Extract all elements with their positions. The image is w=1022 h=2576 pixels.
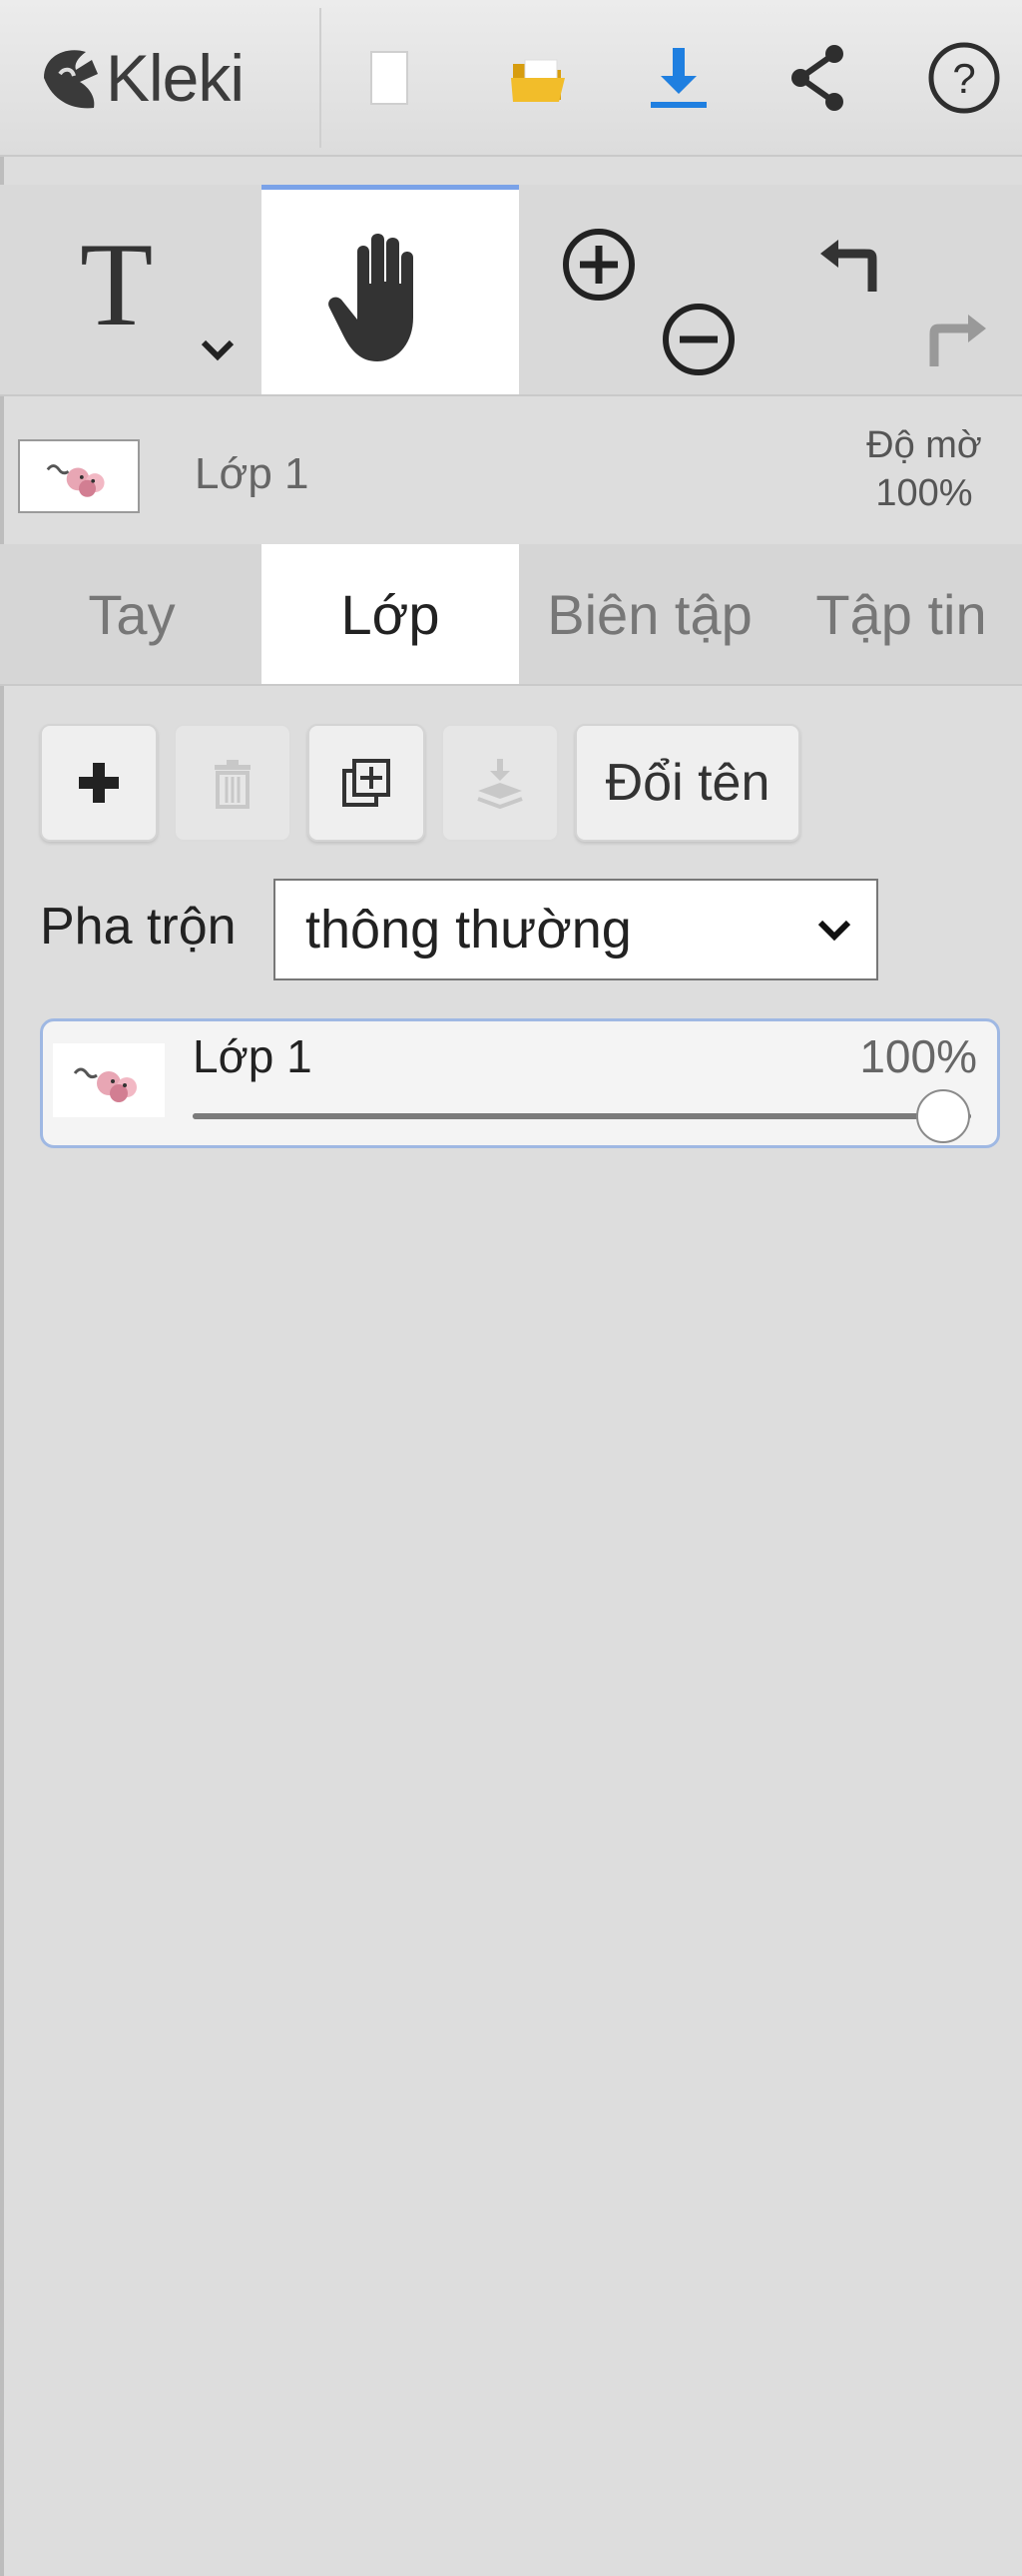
delete-layer-button[interactable] [174, 724, 291, 842]
plus-icon [79, 763, 119, 803]
blend-mode-label: Pha trộn [40, 898, 237, 956]
blend-mode-value: thông thường [305, 900, 632, 960]
layer-preview-image [46, 464, 105, 497]
undo-button[interactable] [808, 220, 898, 310]
tab-bien-tap[interactable]: Biên tập [519, 544, 780, 684]
chevron-down-icon [817, 920, 851, 942]
opacity-label: Độ mờ [866, 424, 982, 466]
layer-preview-image [73, 1067, 137, 1102]
layer-opacity-value: 100% [859, 1030, 977, 1082]
text-tool-button[interactable]: T [0, 185, 261, 394]
download-icon[interactable] [629, 28, 729, 128]
zoom-in-button[interactable] [554, 220, 644, 310]
panel-tabs: Tay Lớp Biên tập Tập tin [0, 544, 1022, 686]
slider-fill [193, 1113, 971, 1119]
current-layer-info: Lớp 1 Độ mờ 100% [0, 419, 1022, 529]
zoom-out-icon [663, 304, 735, 375]
layer-opacity-slider[interactable] [193, 1089, 971, 1143]
top-bar: Kleki ? [0, 0, 1022, 157]
topbar-divider [319, 8, 321, 148]
hand-icon [328, 234, 413, 361]
redo-icon [929, 315, 986, 366]
merge-down-icon [477, 759, 523, 810]
kleki-logo[interactable]: Kleki [30, 28, 245, 128]
open-folder-icon[interactable] [489, 28, 589, 128]
app-name: Kleki [106, 41, 245, 115]
blend-mode-select[interactable]: thông thường [273, 879, 878, 980]
duplicate-icon [342, 759, 390, 807]
text-tool-icon: T [80, 218, 154, 350]
layer-list-item[interactable]: Lớp 1 100% [40, 1018, 1000, 1148]
new-file-icon[interactable] [339, 28, 439, 128]
layer-thumbnail[interactable] [18, 439, 140, 513]
kleki-logo-icon [44, 50, 98, 109]
zoom-out-button[interactable] [654, 295, 744, 384]
svg-text:?: ? [952, 55, 975, 102]
opacity-value: 100% [875, 472, 973, 514]
trash-icon [215, 760, 251, 809]
help-icon[interactable]: ? [914, 28, 1014, 128]
tool-bar: T [0, 185, 1022, 396]
layer-name: Lớp 1 [193, 1030, 312, 1082]
tab-tap-tin[interactable]: Tập tin [780, 544, 1022, 684]
tab-tay[interactable]: Tay [4, 544, 259, 684]
redo-button[interactable] [908, 295, 998, 384]
kleki-app: Kleki ? T Lớp 1 Độ mờ 100% Tay Lớp Biên … [0, 0, 1022, 2576]
hand-tool-button[interactable] [261, 185, 519, 394]
rename-layer-button[interactable]: Đổi tên [575, 724, 800, 842]
add-layer-button[interactable] [40, 724, 158, 842]
merge-down-button[interactable] [441, 724, 559, 842]
zoom-in-icon [563, 229, 635, 301]
chevron-down-icon[interactable] [198, 334, 238, 364]
layer-thumbnail [53, 1043, 165, 1117]
duplicate-layer-button[interactable] [307, 724, 425, 842]
share-icon[interactable] [768, 28, 868, 128]
current-layer-name: Lớp 1 [195, 449, 309, 498]
undo-icon [820, 240, 877, 292]
slider-handle[interactable] [916, 1089, 970, 1143]
opacity-readout[interactable]: Độ mờ 100% [844, 421, 1004, 517]
tab-lop[interactable]: Lớp [261, 544, 519, 684]
